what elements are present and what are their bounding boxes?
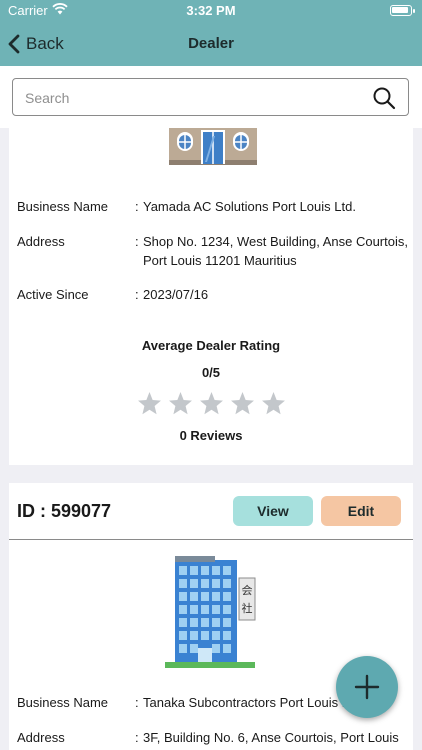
svg-text:会: 会	[242, 584, 253, 597]
chevron-left-icon	[8, 34, 20, 54]
rating-title: Average Dealer Rating	[141, 338, 281, 353]
colon: :	[135, 695, 139, 710]
dealer-card: Business Name : Yamada AC Solutions Port…	[9, 128, 413, 465]
business-name-value: Yamada AC Solutions Port Louis Ltd.	[143, 199, 356, 214]
dealer-screen: Carrier 3:32 PM Back Dealer Search Busin…	[0, 0, 422, 750]
view-button[interactable]: View	[233, 496, 313, 526]
plus-icon	[354, 674, 380, 700]
colon: :	[135, 234, 139, 249]
search-icon[interactable]	[372, 86, 396, 110]
divider	[9, 539, 413, 540]
search-input[interactable]	[25, 87, 365, 109]
address-label: Address	[17, 730, 65, 745]
address-value: Shop No. 1234, West Building, Anse Court…	[143, 234, 408, 268]
back-label: Back	[26, 34, 64, 53]
colon: :	[135, 199, 139, 214]
business-name-label: Business Name	[17, 695, 109, 710]
star-icon	[199, 392, 223, 415]
status-bar: Carrier 3:32 PM	[0, 0, 422, 22]
address-label: Address	[17, 234, 65, 249]
star-rating	[9, 391, 413, 416]
add-dealer-button[interactable]	[336, 656, 398, 718]
reviews-count: 0 Reviews	[179, 428, 243, 443]
back-button[interactable]: Back	[8, 30, 64, 58]
star-icon	[168, 392, 192, 415]
colon: :	[135, 287, 139, 302]
active-since-value: 2023/07/16	[143, 287, 209, 302]
star-icon	[261, 392, 285, 415]
svg-text:社: 社	[242, 601, 253, 615]
rating-value: 0/5	[201, 365, 221, 380]
colon: :	[135, 730, 139, 745]
search-area	[0, 66, 422, 128]
search-box	[12, 78, 409, 116]
active-since-label: Active Since	[17, 287, 89, 302]
business-name-label: Business Name	[17, 199, 109, 214]
address-value: 3F, Building No. 6, Anse Courtois, Port …	[143, 730, 399, 750]
shop-building-image	[169, 128, 257, 165]
nav-bar: Carrier 3:32 PM Back Dealer	[0, 0, 422, 66]
battery-icon	[390, 5, 415, 16]
clock: 3:32 PM	[186, 3, 236, 18]
dealer-id: ID : 599077	[17, 501, 112, 521]
edit-button[interactable]: Edit	[321, 496, 401, 526]
office-building-image: 会 社	[165, 556, 256, 668]
star-icon	[230, 392, 254, 415]
star-icon	[137, 392, 161, 415]
